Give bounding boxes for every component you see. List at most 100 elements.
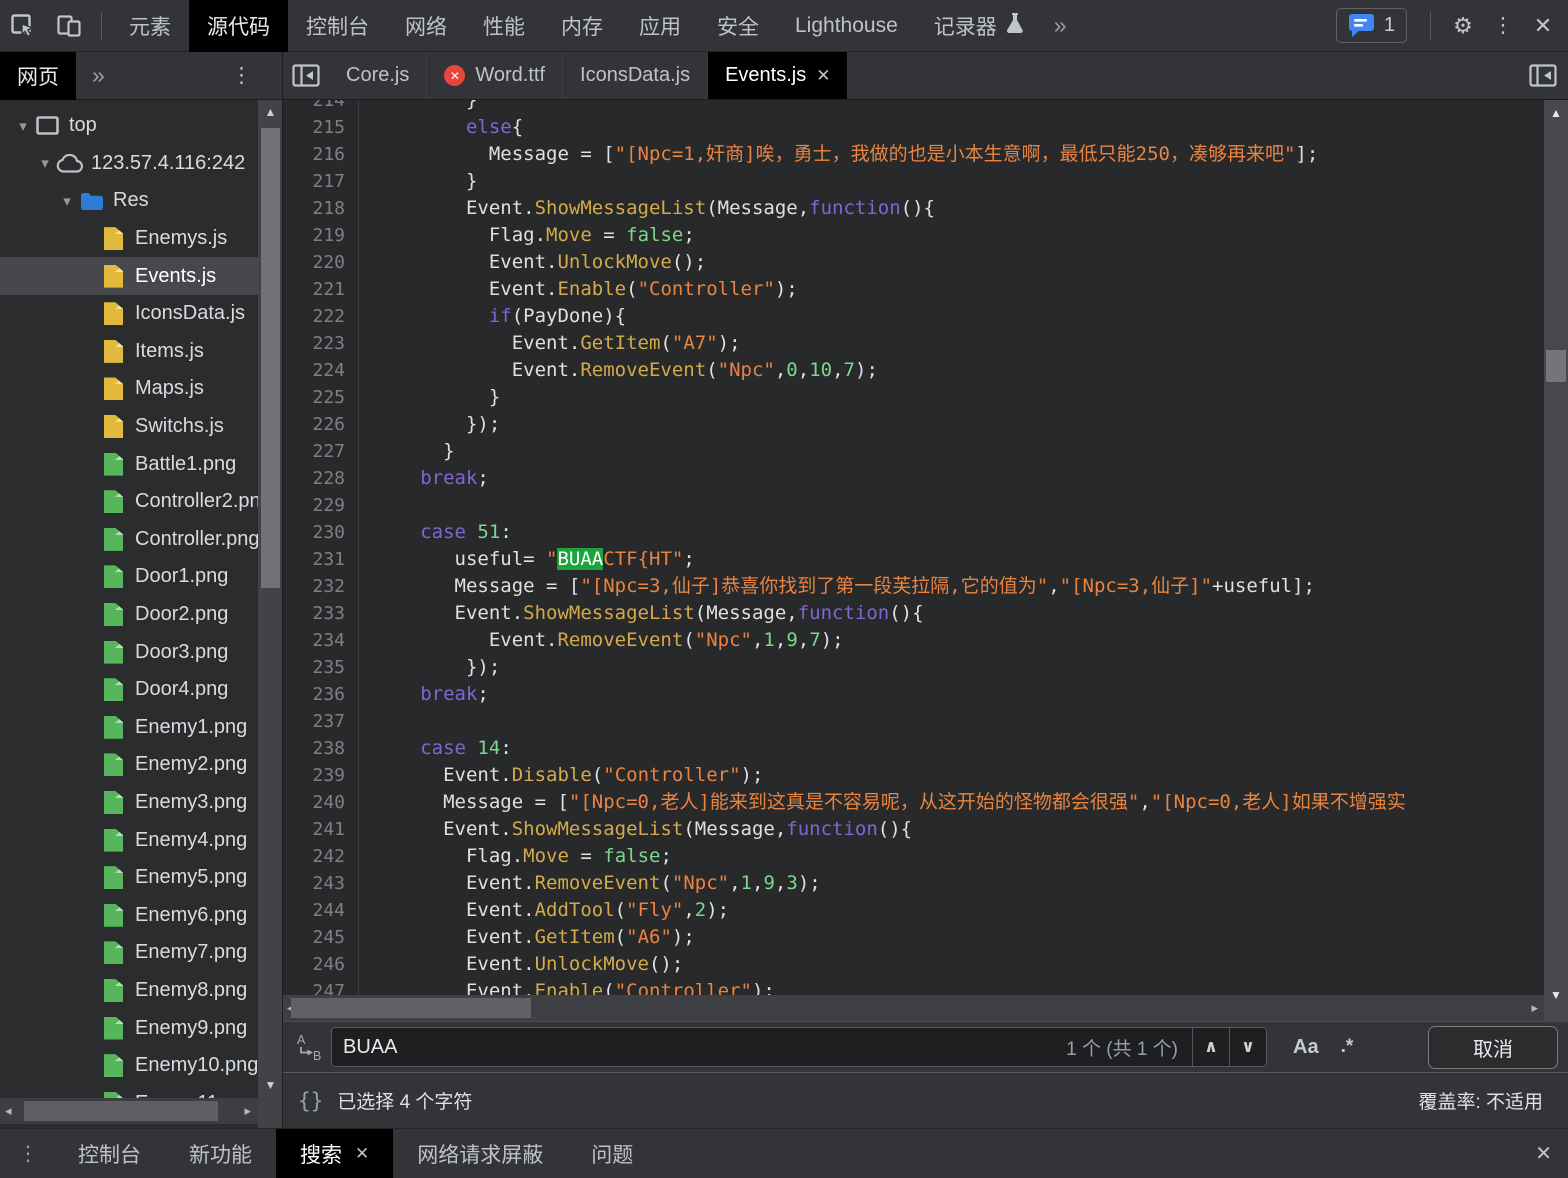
panel-tab-6[interactable]: 内存 (543, 0, 621, 52)
tree-item-items-js[interactable]: Items.js (0, 333, 258, 371)
code-line-224[interactable]: 224 Event.RemoveEvent("Npc",0,10,7); (283, 357, 1544, 384)
tree-item-enemy7-png[interactable]: Enemy7.png (0, 934, 258, 972)
tree-item-enemy3-png[interactable]: Enemy3.png (0, 784, 258, 822)
issues-badge[interactable]: 1 (1336, 8, 1407, 43)
close-drawer-icon[interactable]: ✕ (1535, 1141, 1552, 1166)
tree-item-enemys-js[interactable]: Enemys.js (0, 220, 258, 258)
drawer-tab-5[interactable]: 问题 (567, 1129, 657, 1178)
scroll-right-icon[interactable]: ▸ (244, 1098, 251, 1124)
find-input[interactable] (332, 1036, 1066, 1059)
tree-item-enemy9-png[interactable]: Enemy9.png (0, 1009, 258, 1047)
tree-item-controller-png[interactable]: Controller.png (0, 521, 258, 559)
panel-tab-1[interactable]: 元素 (111, 0, 189, 52)
code-line-241[interactable]: 241 Event.ShowMessageList(Message,functi… (283, 816, 1544, 843)
scroll-up-icon[interactable]: ▲ (258, 105, 283, 119)
tree-item-switchs-js[interactable]: Switchs.js (0, 408, 258, 446)
panel-tab-7[interactable]: 应用 (621, 0, 699, 52)
code-line-223[interactable]: 223 Event.GetItem("A7"); (283, 330, 1544, 357)
settings-gear-icon[interactable]: ⚙ (1446, 13, 1480, 39)
code-editor[interactable]: 214 }215 else{216 Message = ["[Npc=1,奸商]… (283, 100, 1544, 995)
match-case-button[interactable]: Aa (1293, 1036, 1319, 1059)
navigator-menu-icon[interactable]: ⋮ (231, 63, 252, 88)
show-debugger-sidebar-icon[interactable] (1518, 64, 1568, 87)
code-line-245[interactable]: 245 Event.GetItem("A6"); (283, 924, 1544, 951)
chevron-down-icon[interactable]: ▾ (12, 117, 34, 135)
code-line-229[interactable]: 229 (283, 492, 1544, 519)
code-line-230[interactable]: 230 case 51: (283, 519, 1544, 546)
code-line-231[interactable]: 231 useful= "BUAACTF{HT"; (283, 546, 1544, 573)
code-line-228[interactable]: 228 break; (283, 465, 1544, 492)
code-line-215[interactable]: 215 else{ (283, 114, 1544, 141)
code-line-234[interactable]: 234 Event.RemoveEvent("Npc",1,9,7); (283, 627, 1544, 654)
tree-horizontal-scrollbar[interactable]: ◂ ▸ (0, 1098, 258, 1124)
code-line-225[interactable]: 225 } (283, 384, 1544, 411)
panel-tab-2[interactable]: 源代码 (189, 0, 288, 52)
code-line-219[interactable]: 219 Flag.Move = false; (283, 222, 1544, 249)
code-line-242[interactable]: 242 Flag.Move = false; (283, 843, 1544, 870)
drawer-menu-icon[interactable]: ⋮ (18, 1141, 38, 1166)
code-line-238[interactable]: 238 case 14: (283, 735, 1544, 762)
scroll-right-icon[interactable]: ▸ (1531, 995, 1538, 1021)
chevron-down-icon[interactable]: ▾ (56, 192, 78, 210)
tree-hscrollbar-thumb[interactable] (24, 1101, 218, 1121)
scroll-down-icon[interactable]: ▼ (258, 1078, 283, 1092)
more-panels-icon[interactable]: » (1042, 12, 1079, 39)
scroll-up-icon[interactable]: ▲ (1544, 106, 1568, 120)
code-line-222[interactable]: 222 if(PayDone){ (283, 303, 1544, 330)
code-line-236[interactable]: 236 break; (283, 681, 1544, 708)
hide-navigator-icon[interactable] (283, 52, 329, 100)
panel-tab-8[interactable]: 安全 (699, 0, 777, 52)
code-line-239[interactable]: 239 Event.Disable("Controller"); (283, 762, 1544, 789)
panel-tab-10[interactable]: 记录器 (916, 0, 1042, 52)
panel-tab-9[interactable]: Lighthouse (777, 0, 916, 52)
device-toolbar-icon[interactable] (51, 8, 87, 44)
close-devtools-icon[interactable]: ✕ (1526, 13, 1560, 39)
editor-scrollbar-thumb[interactable] (1546, 350, 1566, 382)
tree-item-enemy2-png[interactable]: Enemy2.png (0, 746, 258, 784)
previous-match-button[interactable]: ∧ (1192, 1028, 1229, 1066)
panel-tab-3[interactable]: 控制台 (288, 0, 387, 52)
tree-item-door3-png[interactable]: Door3.png (0, 633, 258, 671)
code-line-216[interactable]: 216 Message = ["[Npc=1,奸商]唉，勇士，我做的也是小本生意… (283, 141, 1544, 168)
panel-tab-4[interactable]: 网络 (387, 0, 465, 52)
editor-tab-1[interactable]: Core.js (329, 52, 427, 100)
tab-page[interactable]: 网页 (0, 52, 76, 100)
code-line-220[interactable]: 220 Event.UnlockMove(); (283, 249, 1544, 276)
tree-item-controller2-png[interactable]: Controller2.png (0, 483, 258, 521)
tree-item-door1-png[interactable]: Door1.png (0, 558, 258, 596)
tree-item-top[interactable]: ▾top (0, 107, 258, 145)
tree-scrollbar-thumb[interactable] (261, 128, 280, 588)
tree-item-door4-png[interactable]: Door4.png (0, 671, 258, 709)
tree-item-res[interactable]: ▾Res (0, 182, 258, 220)
code-line-217[interactable]: 217 } (283, 168, 1544, 195)
tree-item-enemy4-png[interactable]: Enemy4.png (0, 821, 258, 859)
code-line-227[interactable]: 227 } (283, 438, 1544, 465)
close-tab-icon[interactable]: ✕ (816, 66, 830, 86)
tree-item-123-57-4-116-242[interactable]: ▾123.57.4.116:242 (0, 145, 258, 183)
editor-hscrollbar-thumb[interactable] (291, 998, 531, 1018)
drawer-tab-1[interactable]: 控制台 (54, 1129, 165, 1178)
code-line-233[interactable]: 233 Event.ShowMessageList(Message,functi… (283, 600, 1544, 627)
more-options-icon[interactable]: ⋮ (1486, 13, 1520, 38)
close-drawer-tab-icon[interactable]: ✕ (355, 1144, 369, 1164)
scroll-left-icon[interactable]: ◂ (5, 1098, 12, 1124)
more-navigator-tabs-icon[interactable]: » (76, 62, 121, 89)
code-line-243[interactable]: 243 Event.RemoveEvent("Npc",1,9,3); (283, 870, 1544, 897)
next-match-button[interactable]: ∨ (1229, 1028, 1266, 1066)
cancel-button[interactable]: 取消 (1428, 1026, 1558, 1069)
code-line-214[interactable]: 214 } (283, 100, 1544, 114)
tree-item-enemy5-png[interactable]: Enemy5.png (0, 859, 258, 897)
code-line-244[interactable]: 244 Event.AddTool("Fly",2); (283, 897, 1544, 924)
code-line-235[interactable]: 235 }); (283, 654, 1544, 681)
editor-horizontal-scrollbar[interactable]: ◂ ▸ (283, 995, 1544, 1021)
drawer-tab-3[interactable]: 搜索✕ (276, 1129, 393, 1178)
code-line-226[interactable]: 226 }); (283, 411, 1544, 438)
tree-item-enemy8-png[interactable]: Enemy8.png (0, 972, 258, 1010)
chevron-down-icon[interactable]: ▾ (34, 154, 56, 172)
code-line-232[interactable]: 232 Message = ["[Npc=3,仙子]恭喜你找到了第一段芙拉隔,它… (283, 573, 1544, 600)
code-line-246[interactable]: 246 Event.UnlockMove(); (283, 951, 1544, 978)
editor-vertical-scrollbar[interactable]: ▲ ▼ (1544, 100, 1568, 1021)
drawer-tab-2[interactable]: 新功能 (165, 1129, 276, 1178)
panel-tab-5[interactable]: 性能 (465, 0, 543, 52)
code-line-237[interactable]: 237 (283, 708, 1544, 735)
